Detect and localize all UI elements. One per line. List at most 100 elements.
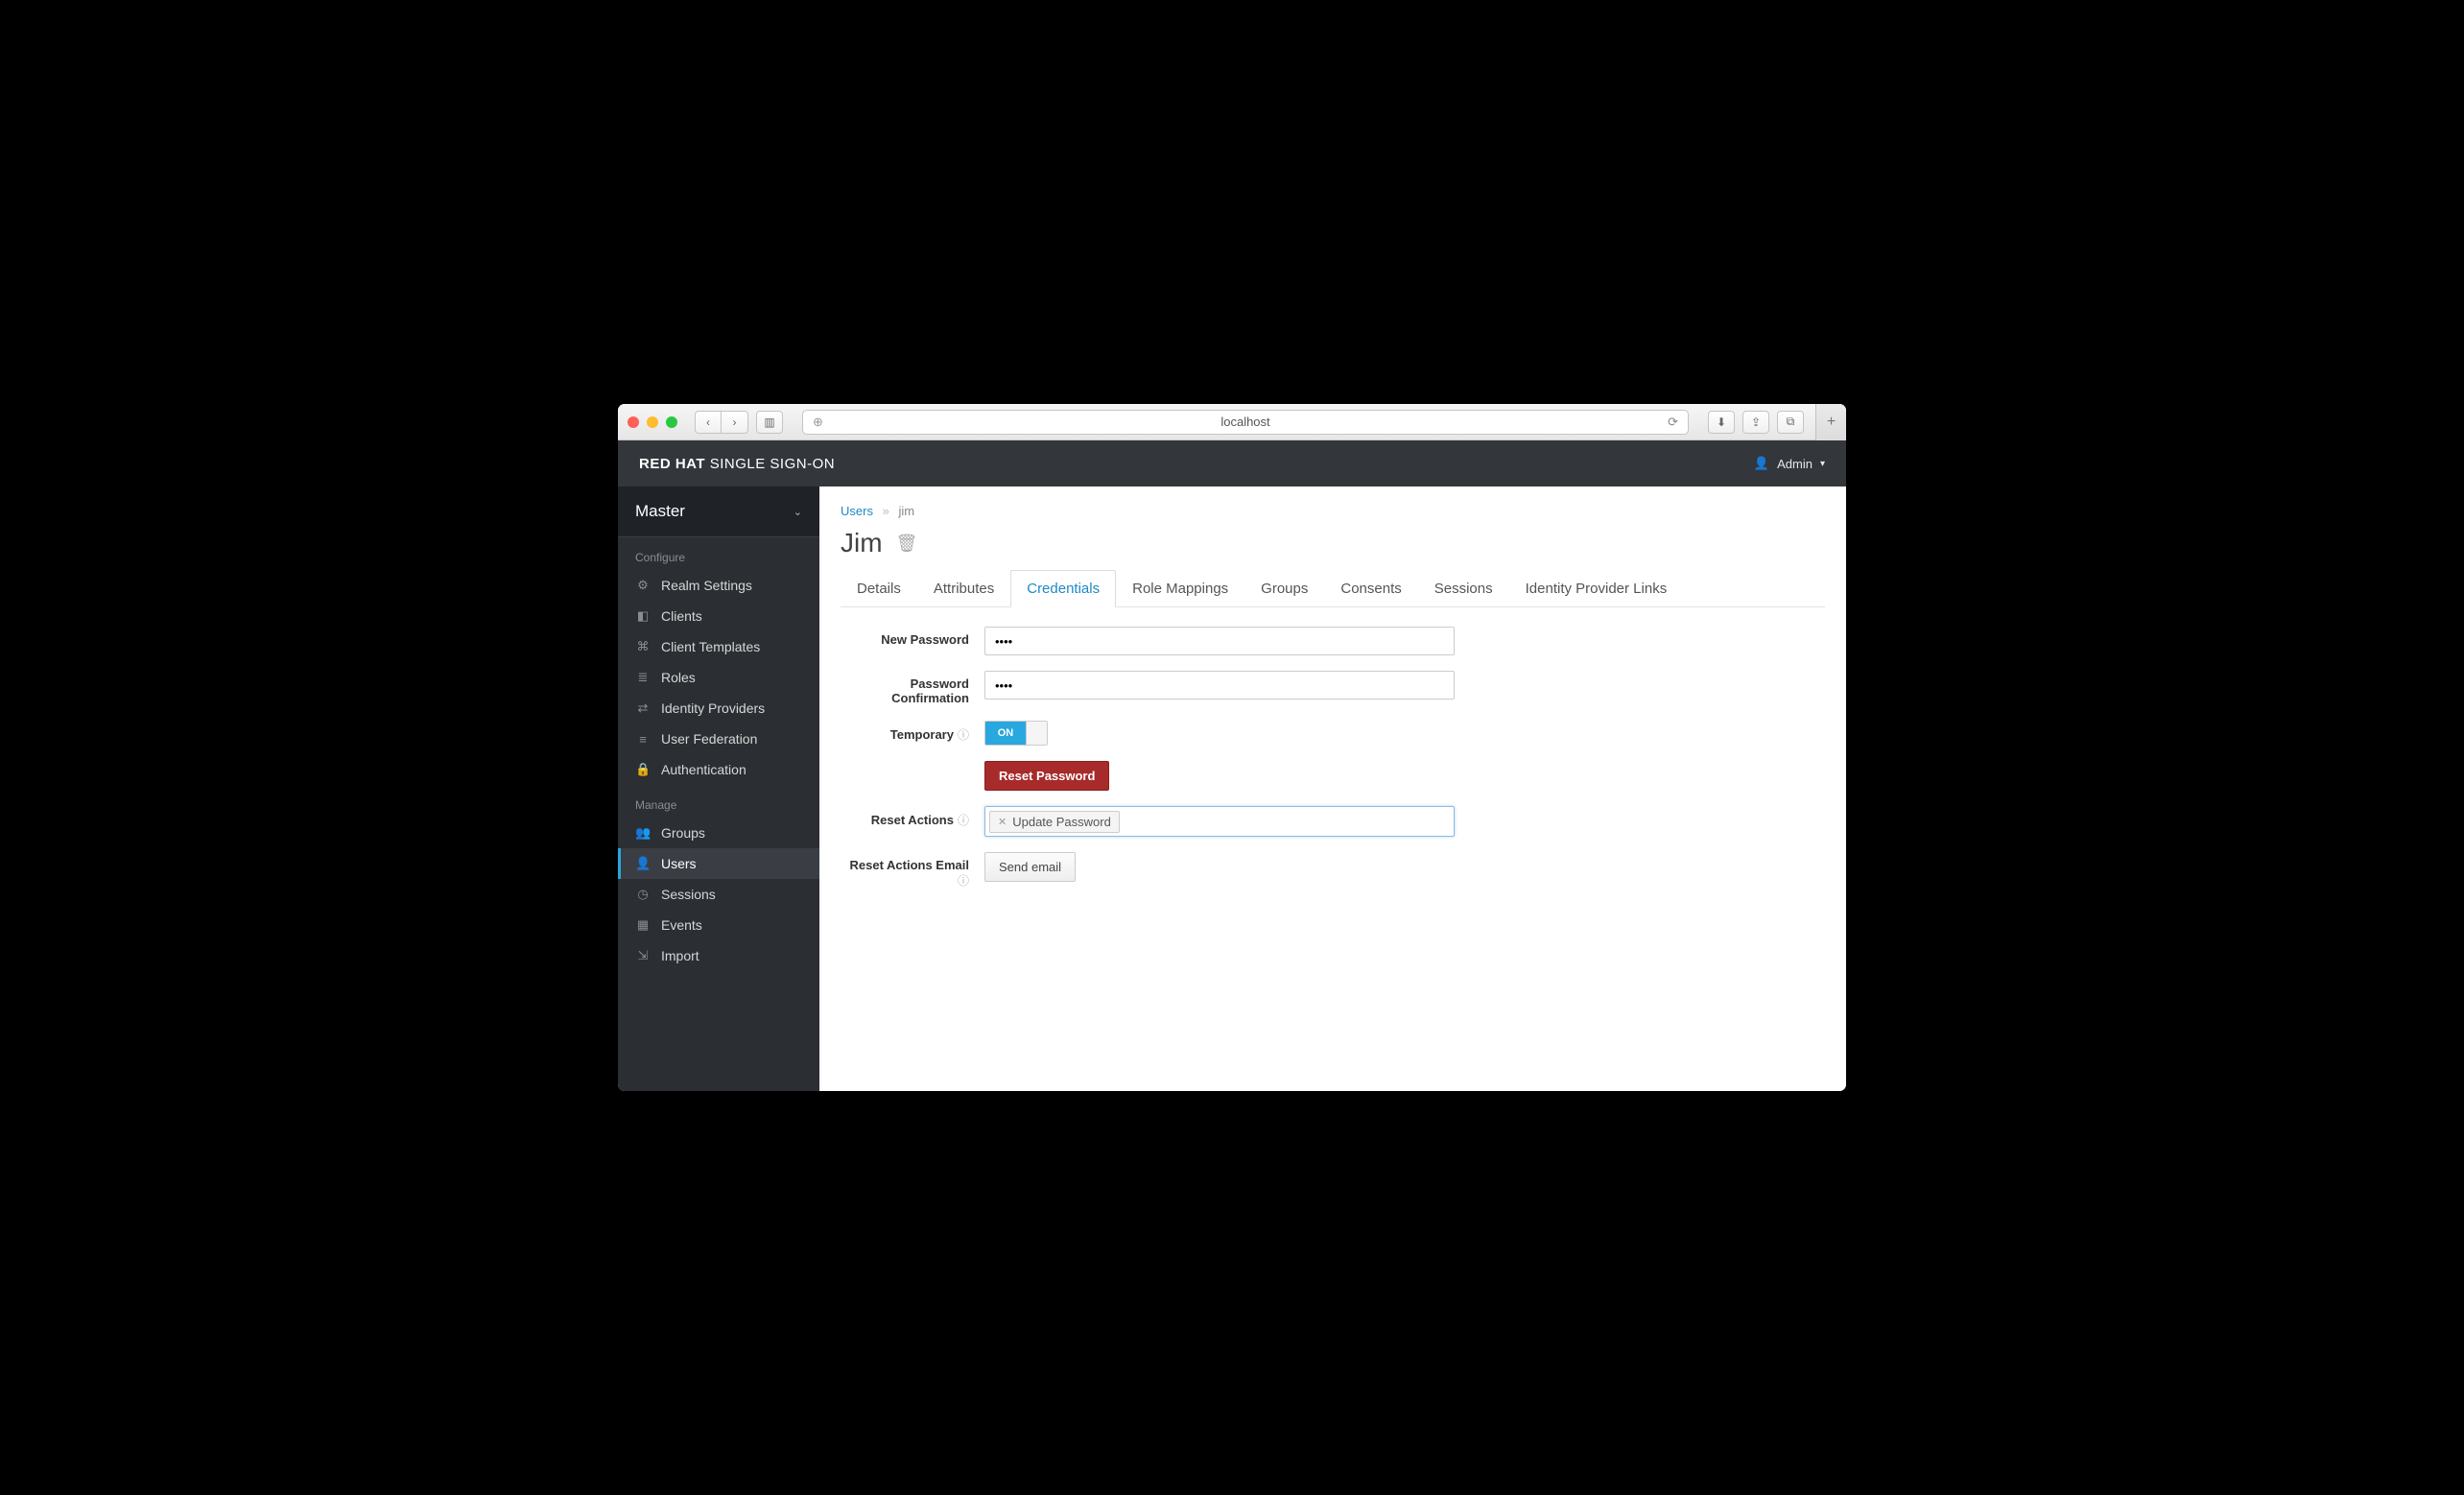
breadcrumb-separator: »	[883, 504, 889, 518]
tag-label: Update Password	[1012, 815, 1111, 829]
password-confirmation-label: PasswordConfirmation	[841, 671, 984, 705]
browser-window: ‹ › ▥ ⊕ localhost ⟳ ⬇ ⇪ ⧉ + RED HAT SING…	[618, 404, 1846, 1091]
realm-selector[interactable]: Master ⌄	[618, 486, 819, 537]
app-header: RED HAT SINGLE SIGN-ON 👤 Admin ▾	[618, 440, 1846, 486]
sidebar-item-clients[interactable]: ◧ Clients	[618, 601, 819, 631]
identity-providers-icon: ⇄	[635, 700, 651, 716]
import-icon: ⇲	[635, 948, 651, 963]
reset-actions-input[interactable]: ✕ Update Password	[984, 806, 1455, 837]
tabs: DetailsAttributesCredentialsRole Mapping…	[841, 570, 1825, 607]
minimize-window-icon[interactable]	[647, 416, 658, 428]
help-icon[interactable]: ⓘ	[958, 814, 969, 827]
sidebar-item-label: Events	[661, 917, 702, 933]
window-controls	[628, 416, 677, 428]
forward-button[interactable]: ›	[722, 411, 748, 434]
reload-icon[interactable]: ⟳	[1668, 415, 1678, 430]
tab-consents[interactable]: Consents	[1324, 570, 1417, 607]
clients-icon: ◧	[635, 608, 651, 624]
chevron-down-icon: ▾	[1820, 459, 1825, 469]
tab-sessions[interactable]: Sessions	[1418, 570, 1509, 607]
sidebar-item-label: Client Templates	[661, 639, 760, 654]
brand-bold: RED HAT	[639, 456, 705, 472]
tab-groups[interactable]: Groups	[1244, 570, 1324, 607]
downloads-button[interactable]: ⬇	[1708, 411, 1735, 434]
sidebar-item-label: Users	[661, 856, 697, 871]
address-bar[interactable]: ⊕ localhost ⟳	[802, 410, 1689, 435]
user-federation-icon: ≡	[635, 732, 651, 747]
sidebar-item-label: Roles	[661, 670, 696, 685]
sidebar-item-label: Authentication	[661, 762, 746, 777]
sidebar-item-user-federation[interactable]: ≡ User Federation	[618, 724, 819, 754]
page-title-row: Jim 🗑	[841, 528, 1825, 558]
sidebar-item-realm-settings[interactable]: ⚙ Realm Settings	[618, 570, 819, 601]
reset-actions-label: Reset Actionsⓘ	[841, 806, 984, 828]
reset-actions-email-label: Reset Actions Emailⓘ	[841, 852, 984, 889]
reset-actions-tag[interactable]: ✕ Update Password	[989, 811, 1120, 833]
new-password-label: New Password	[841, 627, 984, 647]
help-icon[interactable]: ⓘ	[958, 728, 969, 742]
page-title: Jim	[841, 528, 883, 558]
sidebar-item-import[interactable]: ⇲ Import	[618, 940, 819, 971]
toggle-on-label: ON	[985, 722, 1026, 745]
events-icon: ▦	[635, 917, 651, 933]
sidebar-item-label: User Federation	[661, 731, 757, 747]
reset-password-button[interactable]: Reset Password	[984, 761, 1109, 791]
breadcrumb: Users » jim	[841, 504, 1825, 518]
sidebar-item-label: Realm Settings	[661, 578, 752, 593]
user-name: Admin	[1777, 457, 1812, 471]
user-icon: 👤	[1754, 456, 1769, 471]
main-content: Users » jim Jim 🗑 DetailsAttributesCrede…	[819, 486, 1846, 1091]
help-icon[interactable]: ⓘ	[958, 874, 969, 888]
sidebar-item-users[interactable]: 👤 Users	[618, 848, 819, 879]
chevron-down-icon: ⌄	[794, 506, 802, 518]
tabs-button[interactable]: ⧉	[1777, 411, 1804, 434]
sidebar-item-roles[interactable]: ≣ Roles	[618, 662, 819, 693]
sessions-icon: ◷	[635, 887, 651, 902]
new-tab-button[interactable]: +	[1815, 404, 1846, 440]
sidebar: Master ⌄ Configure ⚙Realm Settings◧Clien…	[618, 486, 819, 1091]
share-button[interactable]: ⇪	[1742, 411, 1769, 434]
tab-identity-provider-links[interactable]: Identity Provider Links	[1509, 570, 1684, 607]
close-window-icon[interactable]	[628, 416, 639, 428]
sidebar-item-label: Identity Providers	[661, 700, 765, 716]
sidebar-item-authentication[interactable]: 🔒 Authentication	[618, 754, 819, 785]
titlebar: ‹ › ▥ ⊕ localhost ⟳ ⬇ ⇪ ⧉ +	[618, 404, 1846, 440]
temporary-label: Temporaryⓘ	[841, 721, 984, 743]
sidebar-item-label: Clients	[661, 608, 702, 624]
new-password-input[interactable]	[984, 627, 1455, 655]
sidebar-item-label: Sessions	[661, 887, 716, 902]
roles-icon: ≣	[635, 670, 651, 685]
sidebar-item-events[interactable]: ▦ Events	[618, 910, 819, 940]
temporary-toggle[interactable]: ON	[984, 721, 1048, 746]
users-icon: 👤	[635, 856, 651, 871]
groups-icon: 👥	[635, 825, 651, 841]
zoom-window-icon[interactable]	[666, 416, 677, 428]
brand-rest: SINGLE SIGN-ON	[705, 456, 835, 472]
sidebar-item-sessions[interactable]: ◷ Sessions	[618, 879, 819, 910]
sidebar-item-client-templates[interactable]: ⌘Client Templates	[618, 631, 819, 662]
sidebar-item-identity-providers[interactable]: ⇄ Identity Providers	[618, 693, 819, 724]
add-icon[interactable]: ⊕	[813, 415, 823, 430]
sidebar-item-groups[interactable]: 👥 Groups	[618, 818, 819, 848]
brand: RED HAT SINGLE SIGN-ON	[639, 456, 835, 472]
realm-name: Master	[635, 502, 685, 521]
nav-back-forward: ‹ ›	[695, 411, 748, 434]
sidebar-toggle-button[interactable]: ▥	[756, 411, 783, 434]
tab-details[interactable]: Details	[841, 570, 917, 607]
trash-icon[interactable]: 🗑	[896, 534, 918, 554]
sidebar-item-label: Groups	[661, 825, 705, 841]
tab-credentials[interactable]: Credentials	[1010, 570, 1116, 607]
authentication-icon: 🔒	[635, 762, 651, 777]
breadcrumb-current: jim	[898, 504, 914, 518]
user-menu[interactable]: 👤 Admin ▾	[1754, 456, 1825, 471]
tab-role-mappings[interactable]: Role Mappings	[1116, 570, 1244, 607]
back-button[interactable]: ‹	[695, 411, 722, 434]
sidebar-item-label: Import	[661, 948, 699, 963]
realm-settings-icon: ⚙	[635, 578, 651, 593]
tab-attributes[interactable]: Attributes	[917, 570, 1010, 607]
remove-tag-icon[interactable]: ✕	[998, 816, 1007, 828]
breadcrumb-root[interactable]: Users	[841, 504, 873, 518]
send-email-button[interactable]: Send email	[984, 852, 1076, 882]
password-confirmation-input[interactable]	[984, 671, 1455, 700]
url-text: localhost	[803, 415, 1688, 429]
